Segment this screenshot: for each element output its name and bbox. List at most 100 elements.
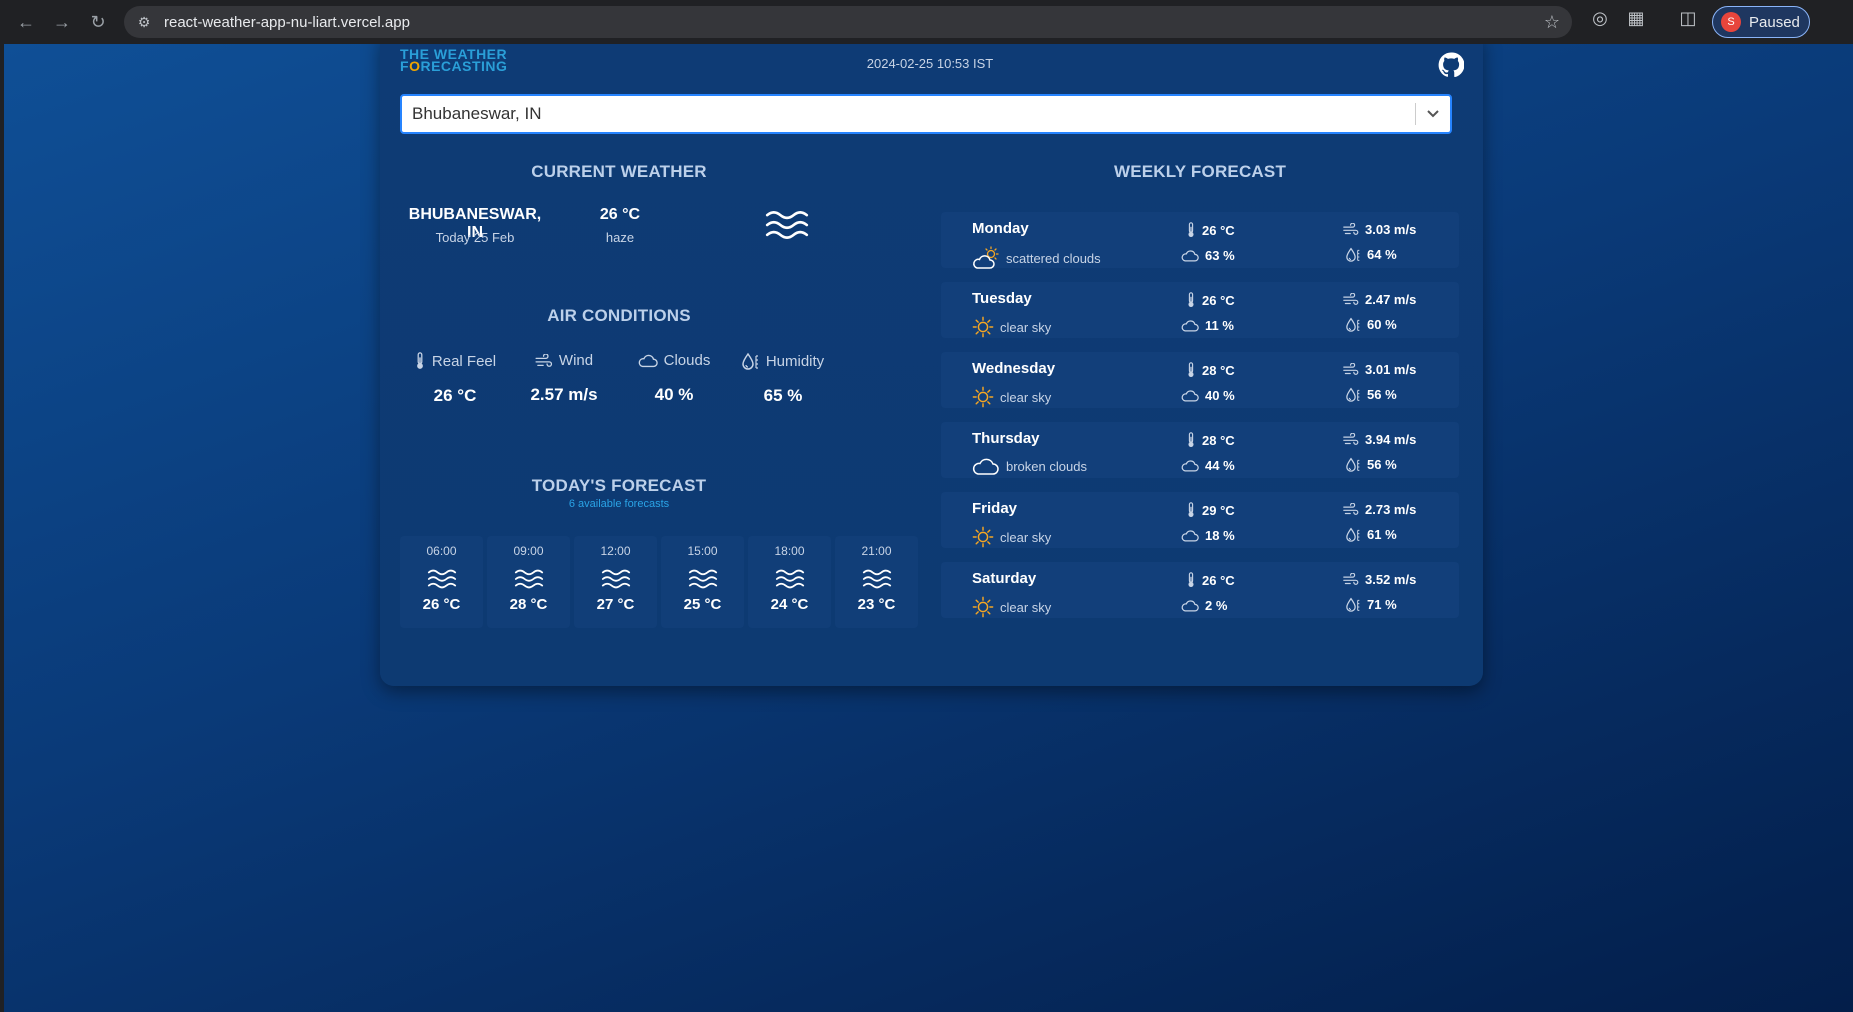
hourly-forecast-card: 21:00 23 °C — [835, 536, 918, 628]
weekly-temp: 26 °C — [1202, 222, 1235, 238]
reload-icon[interactable]: ↻ — [80, 4, 116, 40]
weekly-desc: clear sky — [1000, 529, 1052, 545]
weekly-humidity: 61 % — [1367, 527, 1397, 542]
sun-icon — [972, 596, 994, 618]
haze-icon — [427, 568, 457, 590]
city-search-select[interactable]: Bhubaneswar, IN — [400, 94, 1452, 134]
weekly-desc: scattered clouds — [1006, 250, 1101, 266]
weekly-clouds: 2 % — [1205, 598, 1228, 613]
hourly-forecast-card: 18:00 24 °C — [748, 536, 831, 628]
weekly-wind: 3.03 m/s — [1365, 222, 1417, 237]
weekly-day: Tuesday — [972, 290, 1032, 307]
weekly-wind: 2.47 m/s — [1365, 292, 1417, 307]
browser-toolbar: ← → ↻ ⚙ react-weather-app-nu-liart.verce… — [0, 0, 1853, 44]
media-icon[interactable]: ◎ — [1586, 8, 1614, 29]
address-bar[interactable]: ⚙ react-weather-app-nu-liart.vercel.app … — [124, 6, 1572, 38]
humidity-icon — [1346, 247, 1361, 262]
weekly-wind: 3.01 m/s — [1365, 362, 1417, 377]
weekly-humidity: 56 % — [1367, 387, 1397, 402]
weekly-clouds: 63 % — [1205, 248, 1235, 263]
back-arrow-icon[interactable]: ← — [8, 4, 44, 40]
hourly-forecast-card: 06:00 26 °C — [400, 536, 483, 628]
weekly-temp: 28 °C — [1202, 362, 1235, 378]
forecast-time: 18:00 — [774, 544, 805, 558]
forward-arrow-icon[interactable]: → — [44, 4, 80, 40]
weekly-day: Saturday — [972, 570, 1037, 587]
forecast-temp: 24 °C — [770, 596, 809, 613]
weekly-humidity: 56 % — [1367, 457, 1397, 472]
wind-icon — [535, 354, 553, 368]
weekly-humidity: 71 % — [1367, 597, 1397, 612]
sun-icon — [972, 386, 994, 408]
cloud-icon — [1181, 320, 1199, 332]
haze-icon — [765, 208, 809, 242]
side-panel-icon[interactable]: ◫ — [1674, 8, 1702, 29]
weekly-wind: 2.73 m/s — [1365, 502, 1417, 517]
current-description: haze — [605, 230, 635, 245]
weekly-clouds: 11 % — [1205, 318, 1234, 333]
profile-status: Paused — [1749, 13, 1800, 31]
profile-button[interactable]: S Paused — [1712, 6, 1810, 38]
thermometer-icon — [1186, 572, 1196, 588]
humidity-icon — [1346, 597, 1361, 612]
haze-icon — [601, 568, 631, 590]
weekly-temp: 29 °C — [1202, 502, 1235, 518]
forecast-temp: 25 °C — [683, 596, 722, 613]
weekly-row-tuesday: Tuesday clear sky 26 °C 2.47 m/s 11 % 60… — [941, 282, 1459, 338]
cloud-icon — [1181, 530, 1199, 542]
cloud-icon — [1181, 600, 1199, 612]
weekly-temp: 26 °C — [1202, 572, 1235, 588]
air-conditions-title: AIR CONDITIONS — [547, 306, 691, 325]
air-label: Humidity — [765, 352, 825, 370]
air-humidity: Humidity 65 % — [718, 352, 848, 406]
github-icon[interactable] — [1438, 52, 1464, 78]
thermometer-icon — [414, 352, 426, 370]
chevron-down-icon[interactable] — [1416, 109, 1450, 119]
forecast-temp: 28 °C — [509, 596, 548, 613]
sun-icon — [972, 526, 994, 548]
air-value: 65 % — [763, 386, 803, 405]
wind-icon — [1343, 223, 1359, 236]
site-info-icon[interactable]: ⚙ — [124, 14, 164, 31]
weekly-wind: 3.94 m/s — [1365, 432, 1417, 447]
air-label: Real Feel — [431, 352, 497, 370]
sun-icon — [972, 316, 994, 338]
app-logo[interactable]: The Weather Forecasting — [400, 47, 522, 74]
avatar: S — [1721, 12, 1741, 32]
url-text[interactable]: react-weather-app-nu-liart.vercel.app — [164, 14, 410, 31]
weekly-day: Wednesday — [972, 360, 1056, 377]
weekly-desc: broken clouds — [1006, 458, 1087, 474]
cloud-icon — [638, 354, 658, 368]
todays-forecast-title: TODAY'S FORECAST — [531, 476, 707, 495]
weekly-forecast-title: WEEKLY FORECAST — [1113, 162, 1287, 181]
humidity-icon — [1346, 387, 1361, 402]
weekly-row-wednesday: Wednesday clear sky 28 °C 3.01 m/s 40 % … — [941, 352, 1459, 408]
thermometer-icon — [1186, 432, 1196, 448]
thermometer-icon — [1186, 222, 1196, 238]
scattered-clouds-icon — [972, 246, 1000, 270]
current-temp: 26 °C — [599, 206, 641, 223]
weekly-humidity: 64 % — [1367, 247, 1397, 262]
humidity-icon — [1346, 527, 1361, 542]
haze-icon — [775, 568, 805, 590]
extensions-icon[interactable]: ▦ — [1622, 8, 1650, 29]
search-input[interactable]: Bhubaneswar, IN — [402, 104, 1415, 124]
thermometer-icon — [1186, 292, 1196, 308]
weather-card: The Weather Forecasting 2024-02-25 10:53… — [380, 44, 1483, 686]
forecast-time: 06:00 — [426, 544, 457, 558]
bookmark-star-icon[interactable]: ☆ — [1544, 12, 1560, 33]
air-label: Clouds — [663, 352, 711, 369]
page-viewport: The Weather Forecasting 2024-02-25 10:53… — [4, 44, 1853, 1012]
forecast-temp: 27 °C — [596, 596, 635, 613]
weekly-row-monday: Monday scattered clouds 26 °C 3.03 m/s 6… — [941, 212, 1459, 268]
logo-line-2: Forecasting — [400, 58, 508, 74]
weekly-temp: 26 °C — [1202, 292, 1235, 308]
wind-icon — [1343, 433, 1359, 446]
weekly-wind: 3.52 m/s — [1365, 572, 1417, 587]
weekly-desc: clear sky — [1000, 599, 1052, 615]
current-date: Today 25 Feb — [435, 230, 515, 245]
forecast-time: 21:00 — [861, 544, 892, 558]
wind-icon — [1343, 363, 1359, 376]
haze-icon — [514, 568, 544, 590]
forecast-time: 12:00 — [600, 544, 631, 558]
